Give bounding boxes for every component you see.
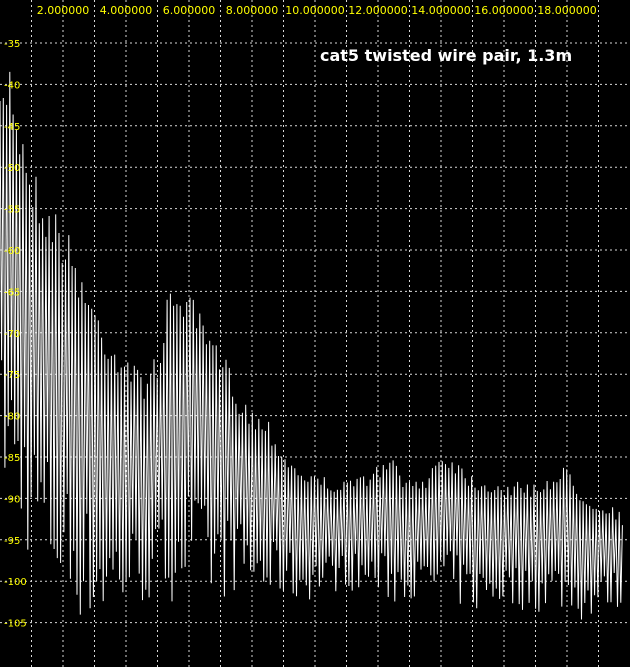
y-tick-label: -55 (4, 205, 20, 216)
y-tick-label: -45 (4, 122, 20, 133)
x-tick-label: 4.000000 (100, 4, 153, 17)
y-tick-label: -40 (4, 80, 20, 91)
y-tick-label: -60 (4, 246, 20, 257)
y-tick-label: -70 (4, 329, 20, 340)
x-tick-label: 16.000000 (474, 4, 534, 17)
y-tick-label: -65 (4, 287, 20, 298)
x-tick-label: 12.000000 (348, 4, 408, 17)
y-tick-label: -105 (4, 619, 27, 630)
x-tick-labels: 2.000000 4.000000 6.000000 8.000000 10.00000… (37, 4, 597, 17)
y-tick-label: -95 (4, 536, 20, 547)
y-tick-label: -85 (4, 453, 20, 464)
chart-title: cat5 twisted wire pair, 1.3m (320, 46, 573, 65)
x-tick-label: 2.000000 (37, 4, 90, 17)
y-tick-label: -35 (4, 39, 20, 50)
spectrum-plot: 2.000000 4.000000 6.000000 8.000000 10.00000… (0, 0, 630, 667)
x-tick-label: 14.000000 (411, 4, 471, 17)
x-tick-label: 10.000000 (285, 4, 345, 17)
y-tick-label: -75 (4, 370, 20, 381)
x-tick-label: 6.000000 (163, 4, 216, 17)
y-tick-label: -100 (4, 577, 27, 588)
y-tick-label: -90 (4, 494, 20, 505)
x-tick-label: 18.000000 (537, 4, 597, 17)
y-tick-label: -80 (4, 412, 20, 423)
y-tick-label: -50 (4, 163, 20, 174)
x-tick-label: 8.000000 (226, 4, 279, 17)
